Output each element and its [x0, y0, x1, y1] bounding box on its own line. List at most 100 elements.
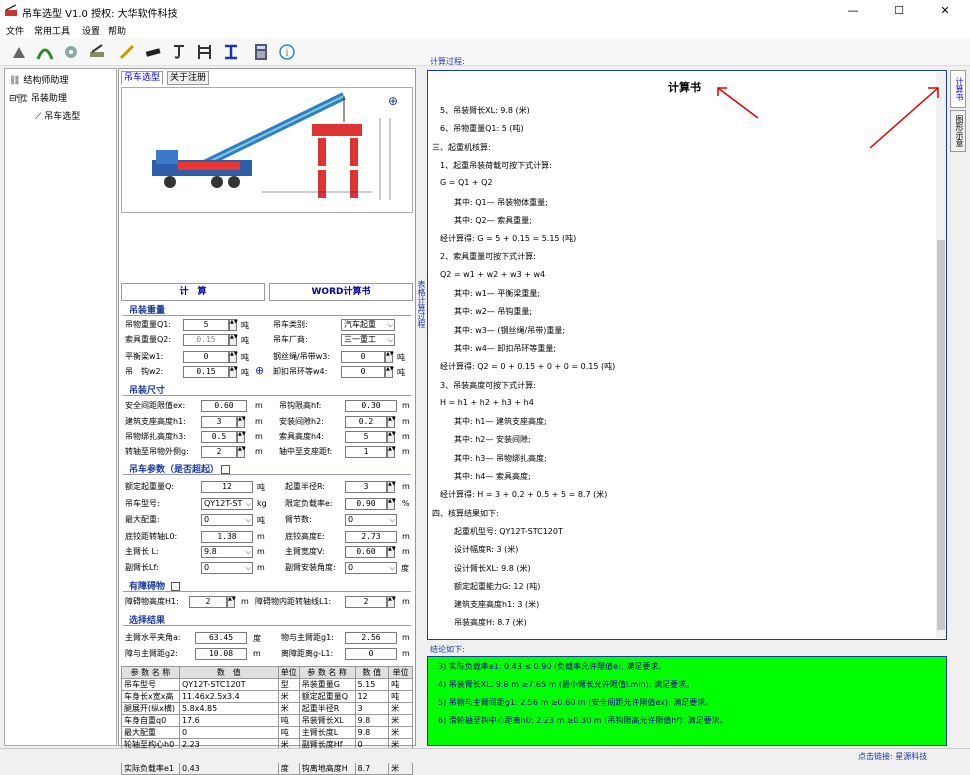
tree-group-label: 吊装助理	[30, 94, 67, 104]
h1-obstacle-input[interactable]: 2	[189, 596, 227, 608]
report-line: 四、核算结果如下:	[432, 508, 499, 518]
word-report-button[interactable]: WORD计算书	[269, 283, 413, 301]
calculator-icon[interactable]	[250, 41, 272, 63]
radius-input[interactable]: 3	[345, 481, 387, 493]
tool-truck-icon[interactable]	[86, 41, 108, 63]
zoom-icon[interactable]: ⊕	[388, 94, 398, 108]
e-input[interactable]: 2.73	[345, 531, 397, 543]
h3-spinner[interactable]: ▲▼	[237, 431, 246, 443]
h2-input[interactable]: 0.2	[345, 416, 387, 428]
h3-input[interactable]: 0.5	[201, 431, 237, 443]
maximize-button[interactable]: ☐	[876, 0, 922, 22]
boom-width-spinner[interactable]: ▲▼	[387, 546, 396, 558]
crane-type-select[interactable]: 汽车起重 ⌵	[341, 319, 395, 331]
info-icon[interactable]: i	[276, 41, 298, 63]
jib-angle-select[interactable]: 0 ⌵	[345, 562, 397, 574]
load-rate-spinner[interactable]: ▲▼	[387, 498, 396, 510]
close-button[interactable]: ✕	[922, 0, 968, 22]
boom-value: 9.8	[204, 547, 217, 556]
l0-input[interactable]: 1.38	[201, 531, 253, 543]
status-link[interactable]: 点击链接: 星源科技	[858, 751, 927, 762]
q1-input[interactable]: 5	[183, 319, 229, 331]
hook-zoom-icon[interactable]: ⊕	[255, 364, 264, 377]
tree-leaf[interactable]: ⟋ 吊车选型	[35, 109, 80, 122]
table-cell: 吨	[277, 714, 300, 727]
table-cell: 11.46x2.5x3.4	[178, 690, 279, 703]
menu-settings[interactable]: 设置	[82, 24, 100, 37]
f-spinner[interactable]: ▲▼	[387, 446, 396, 458]
l1-obstacle-input[interactable]: 2	[345, 596, 387, 608]
tool-pin-icon[interactable]	[116, 41, 138, 63]
tab-crane-select[interactable]: 吊车选型	[121, 71, 164, 85]
counterweight-value: 0	[204, 515, 210, 524]
tool-ibeam-icon[interactable]	[220, 41, 242, 63]
sections-select[interactable]: 0 ⌵	[345, 514, 397, 526]
conclusion-line: 6) 滑轮轴至钩中心距离h0: 2.23 m ≥0.30 m (吊钩限高允许限值…	[438, 716, 728, 725]
tab-diagram[interactable]: 图形示意	[950, 110, 966, 152]
obstacle-checkbox[interactable]	[171, 582, 181, 591]
h4-input[interactable]: 5	[345, 431, 387, 443]
tab-about[interactable]: 关于注册	[167, 71, 210, 85]
w4-input[interactable]: 0	[341, 366, 385, 378]
calc-button[interactable]: 计 算	[121, 283, 265, 301]
h1-spinner[interactable]: ▲▼	[237, 416, 246, 428]
tab-report[interactable]: 计算书	[950, 70, 966, 108]
report-title: 计算书	[668, 81, 701, 94]
tool-frame-icon[interactable]	[194, 41, 216, 63]
section-load-title: 吊装重量	[129, 306, 166, 316]
w4-spinner[interactable]: ▲▼	[385, 366, 394, 378]
super-lift-checkbox[interactable]	[221, 465, 231, 474]
q2-spinner[interactable]: ▲▼	[229, 334, 238, 346]
maker-select[interactable]: 三一重工 ⌵	[341, 334, 395, 346]
h4-spinner[interactable]: ▲▼	[387, 431, 396, 443]
l1-obstacle-label: 障碍物内距转轴线L1:	[255, 597, 332, 606]
load-rate-input[interactable]: 0.90	[345, 498, 387, 510]
w1-spinner[interactable]: ▲▼	[229, 351, 238, 363]
tree-root[interactable]: ⛓ 结构师助理	[9, 73, 68, 86]
w2-input[interactable]: 0.15	[183, 366, 229, 378]
col-header: 单位	[388, 666, 413, 679]
minimize-button[interactable]: —	[830, 0, 876, 22]
g-input[interactable]: 2	[201, 446, 237, 458]
report-line: Q2 = w1 + w2 + w3 + w4	[440, 269, 546, 279]
l1-obstacle-spinner[interactable]: ▲▼	[387, 596, 396, 608]
tool-arch-icon[interactable]	[34, 41, 56, 63]
ex-input[interactable]: 0.60	[201, 400, 247, 412]
jib-select[interactable]: 0 ⌵	[201, 562, 253, 574]
menu-file[interactable]: 文件	[6, 24, 24, 37]
model-select[interactable]: QY12T-ST ⌵	[201, 498, 253, 510]
menu-tools[interactable]: 常用工具	[34, 24, 70, 37]
tool-hook-icon[interactable]	[168, 41, 190, 63]
table-cell: 5.8x4.85	[178, 702, 279, 715]
table-cell: 吊装重量G	[298, 678, 356, 691]
w2-spinner[interactable]: ▲▼	[229, 366, 238, 378]
w1-input[interactable]: 0	[183, 351, 229, 363]
q2-input[interactable]: 0.15	[183, 334, 229, 346]
f-input[interactable]: 1	[345, 446, 387, 458]
h1-obstacle-spinner[interactable]: ▲▼	[227, 596, 236, 608]
counterweight-select[interactable]: 0 ⌵	[201, 514, 253, 526]
report-line: 5、吊装臂长XL: 9.8 (米)	[440, 106, 530, 115]
rated-load-label: 额定起重量Q:	[125, 482, 174, 491]
l1-obstacle-unit: m	[402, 597, 410, 606]
w3-input[interactable]: 0	[341, 351, 385, 363]
boom-select[interactable]: 9.8 ⌵	[201, 546, 253, 558]
section-result-title: 选择结果	[129, 616, 166, 626]
menu-help[interactable]: 帮助	[108, 24, 126, 37]
q1-spinner[interactable]: ▲▼	[229, 319, 238, 331]
hf-input[interactable]: 0.30	[345, 400, 397, 412]
table-cell: 米	[277, 702, 300, 715]
calc-caption: 计算过程:	[430, 57, 465, 66]
rated-load-input[interactable]: 12	[201, 481, 253, 493]
h2-spinner[interactable]: ▲▼	[387, 416, 396, 428]
tool-crane-icon[interactable]	[8, 41, 30, 63]
h1-input[interactable]: 3	[201, 416, 237, 428]
g-spinner[interactable]: ▲▼	[237, 446, 246, 458]
w3-spinner[interactable]: ▲▼	[385, 351, 394, 363]
tree-group[interactable]: ⊟🏗 吊装助理	[9, 91, 67, 104]
boom-width-input[interactable]: 0.60	[345, 546, 387, 558]
tool-gear-icon[interactable]	[60, 41, 82, 63]
radius-spinner[interactable]: ▲▼	[387, 481, 396, 493]
w4-unit: 吨	[397, 368, 405, 377]
tool-beam-icon[interactable]	[142, 41, 164, 63]
